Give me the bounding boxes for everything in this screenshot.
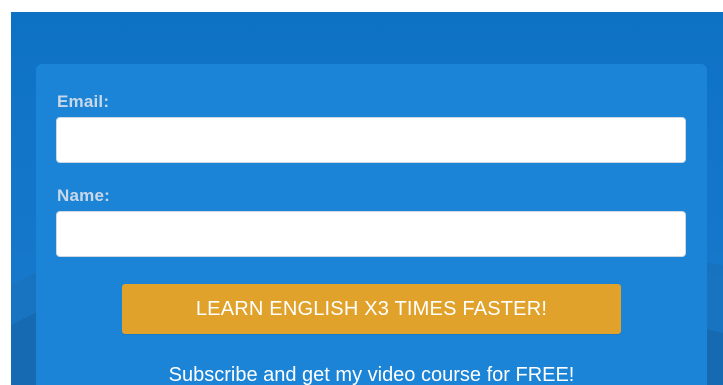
subscribe-note: Subscribe and get my video course for FR… [168, 364, 575, 385]
name-label: Name: [57, 186, 110, 205]
submit-button[interactable]: LEARN ENGLISH X3 TIMES FASTER! [122, 284, 621, 334]
email-input[interactable] [56, 117, 686, 163]
name-input[interactable] [56, 211, 686, 257]
email-label: Email: [57, 92, 110, 111]
page: Email: Name: LEARN ENGLISH X3 TIMES FAST… [0, 0, 723, 385]
top-margin [0, 0, 723, 12]
left-margin [0, 0, 11, 385]
